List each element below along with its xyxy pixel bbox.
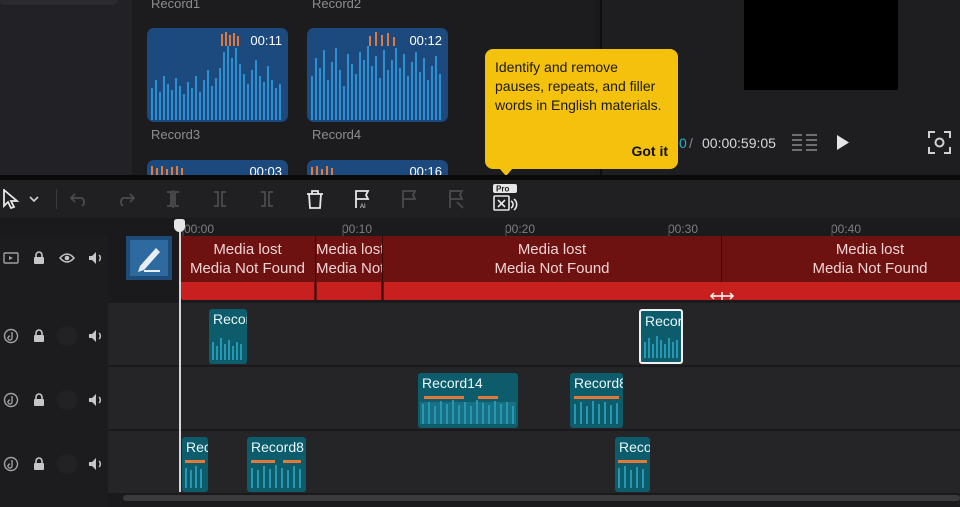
feature-tooltip: Identify and remove pauses, repeats, and… [485, 49, 678, 176]
track-headers [0, 236, 108, 507]
tooltip-text: Identify and remove pauses, repeats, and… [495, 59, 662, 113]
video-track-icon [3, 250, 19, 266]
eye-icon[interactable] [59, 250, 75, 266]
audio-clip[interactable]: Record8 [570, 373, 623, 428]
lost-clip-title: Media lost [316, 241, 382, 258]
audio-track-3[interactable] [108, 431, 960, 493]
got-it-button[interactable]: Got it [631, 143, 668, 159]
svg-text:AI: AI [360, 204, 366, 209]
waveform [644, 336, 678, 358]
lock-icon[interactable] [31, 328, 47, 344]
lost-clip-title: Media lost [835, 241, 905, 258]
waveform [420, 396, 516, 424]
clip-name: Record14 [422, 375, 483, 391]
waveform [185, 460, 205, 488]
lock-icon[interactable] [31, 250, 47, 266]
lost-clip-subtitle: Media Not Found [812, 260, 928, 277]
audio-clip[interactable]: Record [615, 437, 650, 492]
lock-icon[interactable] [31, 392, 47, 408]
current-time: 0 [679, 135, 687, 151]
audio-track-icon [3, 392, 19, 408]
timeline-toolbar: AI Pro [0, 180, 960, 218]
media-card-record3[interactable]: 00:11 [147, 28, 288, 122]
track-slot [57, 390, 77, 410]
undo-icon[interactable] [68, 188, 90, 210]
waveform [251, 460, 301, 488]
audio-track-icon [3, 456, 19, 472]
resize-handle-icon[interactable] [709, 292, 735, 300]
smart-cut-icon[interactable]: Pro [491, 183, 519, 213]
audio-clip[interactable]: Record [182, 437, 208, 492]
split-icon[interactable] [162, 188, 184, 210]
total-time: 00:00:59:05 [702, 135, 776, 151]
audio-clip[interactable]: Record8 [247, 437, 306, 492]
ruler-ticks [182, 226, 833, 236]
clip-name: Record [619, 439, 650, 455]
media-card-label: Record3 [151, 127, 201, 142]
speaker-icon[interactable] [88, 456, 104, 472]
lost-clip-bar [181, 282, 314, 300]
split-left-icon[interactable] [209, 188, 231, 210]
audio-clip[interactable]: Record [209, 309, 247, 364]
clip-name: Record [186, 439, 208, 455]
waveform [311, 46, 441, 120]
video-thumbnail[interactable] [126, 236, 172, 280]
waveform [212, 338, 242, 360]
select-tool-icon[interactable] [0, 188, 22, 210]
waveform [151, 46, 281, 120]
audio-track-2[interactable] [108, 367, 960, 429]
speaker-icon[interactable] [88, 250, 104, 266]
lost-clip-subtitle: Media Not Found [494, 260, 610, 277]
pro-badge: Pro [496, 185, 509, 194]
redo-icon[interactable] [115, 188, 137, 210]
lock-icon[interactable] [31, 456, 47, 472]
playhead[interactable] [179, 222, 181, 492]
audio-clip-selected[interactable]: Record [639, 309, 683, 364]
speaker-icon[interactable] [88, 328, 104, 344]
waveform [574, 396, 619, 424]
lost-clip-title: Media lost [213, 241, 282, 258]
lost-clip-subtitle: Media Not Found [316, 260, 382, 277]
lost-clip-bar [384, 282, 960, 300]
lost-clip-bar [317, 282, 381, 300]
audio-track-icon [3, 328, 19, 344]
media-card-label: Record2 [312, 0, 362, 11]
media-card-record4[interactable]: 00:12 [307, 28, 448, 122]
timeline-ruler[interactable]: 00:00 00:10 00:20 00:30 00:40 [180, 218, 960, 236]
speaker-icon[interactable] [88, 392, 104, 408]
toolbar-divider [56, 189, 57, 209]
clip-name: Record [645, 313, 683, 329]
flag-remove-icon[interactable] [445, 188, 467, 210]
flag-icon[interactable] [398, 188, 420, 210]
video-track[interactable]: Media lost Media Not Found Media lost Me… [180, 236, 960, 300]
media-card-label: Record1 [151, 0, 201, 11]
delete-icon[interactable] [304, 188, 326, 210]
auto-caption-icon[interactable]: AI [351, 188, 373, 210]
track-slot [57, 454, 77, 474]
audio-clip[interactable]: Record14 [418, 373, 518, 428]
lost-clip-subtitle: Media Not Found [189, 260, 306, 277]
track-slot [57, 326, 77, 346]
split-right-icon[interactable] [256, 188, 278, 210]
chevron-down-icon[interactable] [25, 188, 43, 210]
left-nav-panel [0, 0, 132, 175]
playhead-handle[interactable] [174, 219, 185, 232]
clip-name: Record [213, 311, 247, 327]
play-icon[interactable] [835, 134, 851, 151]
time-separator: / [689, 135, 693, 151]
clip-name: Record8 [574, 375, 623, 391]
video-preview [744, 0, 898, 90]
lost-clip-title: Media lost [517, 241, 587, 258]
nav-item[interactable] [0, 0, 117, 5]
timeline-scrollbar[interactable] [123, 495, 960, 501]
list-view-icon[interactable] [791, 132, 818, 152]
fullscreen-icon[interactable] [928, 131, 951, 154]
waveform [618, 460, 647, 488]
clip-name: Record8 [251, 439, 304, 455]
media-card-label: Record4 [312, 127, 362, 142]
